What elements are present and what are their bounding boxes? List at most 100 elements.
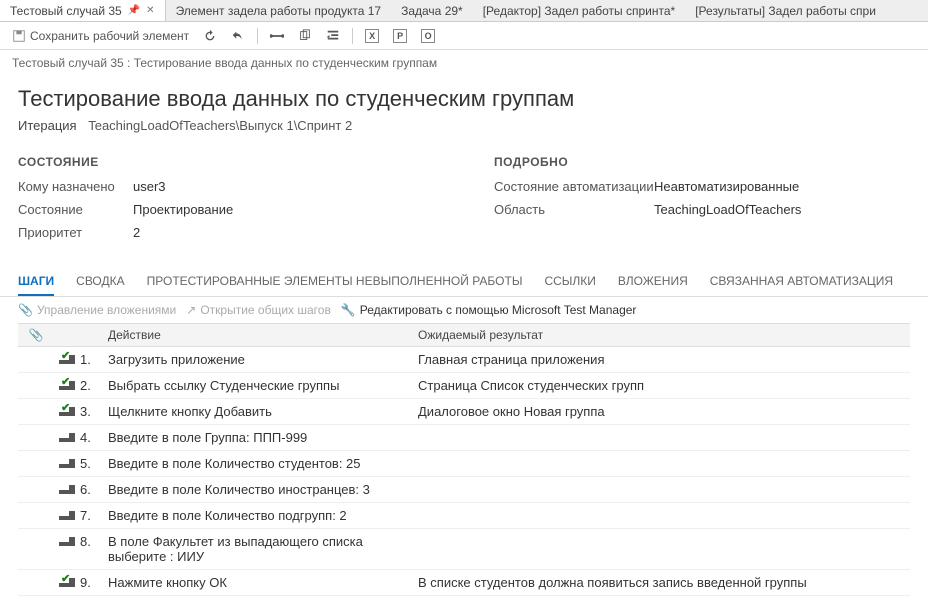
step-number: 2. bbox=[80, 373, 102, 398]
tab-steps[interactable]: ШАГИ bbox=[18, 268, 54, 296]
state-x-button[interactable]: X bbox=[361, 27, 383, 45]
work-item-toolbar: Сохранить рабочий элемент X Р О bbox=[0, 22, 928, 50]
copy-button[interactable] bbox=[294, 27, 316, 45]
close-icon[interactable]: ✕ bbox=[146, 5, 154, 16]
table-row[interactable]: 5.Введите в поле Количество студентов: 2… bbox=[18, 451, 910, 477]
tab-automation[interactable]: СВЯЗАННАЯ АВТОМАТИЗАЦИЯ bbox=[710, 268, 893, 296]
table-row[interactable]: ✔1.Загрузить приложениеГлавная страница … bbox=[18, 347, 910, 373]
pin-icon[interactable]: 📌 bbox=[128, 5, 140, 16]
step-expected-result[interactable]: В списке студентов должна появиться запи… bbox=[412, 570, 910, 595]
undo-button[interactable] bbox=[227, 27, 249, 45]
table-row[interactable]: ✔3.Щелкните кнопку ДобавитьДиалоговое ок… bbox=[18, 399, 910, 425]
manage-attachments-button[interactable]: 📎 Управление вложениями bbox=[18, 303, 176, 317]
state-value[interactable]: Проектирование bbox=[133, 202, 233, 217]
grid-body: ✔1.Загрузить приложениеГлавная страница … bbox=[18, 347, 910, 596]
iteration-label: Итерация bbox=[18, 118, 77, 133]
step-expected-result[interactable] bbox=[412, 503, 910, 513]
manage-attachments-label: Управление вложениями bbox=[37, 303, 176, 317]
step-action[interactable]: Загрузить приложение bbox=[102, 347, 412, 372]
state-section: СОСТОЯНИЕ Кому назначено user3 Состояние… bbox=[18, 155, 434, 248]
link-button[interactable] bbox=[266, 27, 288, 45]
step-action[interactable]: Выбрать ссылку Студенческие группы bbox=[102, 373, 412, 398]
row-attach-cell bbox=[18, 347, 54, 357]
tab-label: [Редактор] Задел работы спринта* bbox=[483, 4, 676, 18]
tab-task-29[interactable]: Задача 29* bbox=[391, 0, 473, 21]
table-row[interactable]: ✔2.Выбрать ссылку Студенческие группыСтр… bbox=[18, 373, 910, 399]
step-expected-result[interactable] bbox=[412, 451, 910, 461]
table-row[interactable]: 6.Введите в поле Количество иностранцев:… bbox=[18, 477, 910, 503]
assigned-to-value[interactable]: user3 bbox=[133, 179, 166, 194]
step-action[interactable]: Введите в поле Количество студентов: 25 bbox=[102, 451, 412, 476]
step-type-icon: ✔ bbox=[54, 570, 80, 595]
row-attach-cell bbox=[18, 529, 54, 539]
tab-test-case-35[interactable]: Тестовый случай 35 📌 ✕ bbox=[0, 0, 166, 21]
step-type-icon bbox=[54, 425, 80, 450]
outdent-icon bbox=[326, 29, 340, 43]
save-label: Сохранить рабочий элемент bbox=[30, 29, 189, 43]
step-action[interactable]: Нажмите кнопку ОК bbox=[102, 570, 412, 595]
tab-summary[interactable]: СВОДКА bbox=[76, 268, 124, 296]
area-label: Область bbox=[494, 202, 654, 217]
step-action[interactable]: Введите в поле Группа: ППП-999 bbox=[102, 425, 412, 450]
tab-attachments[interactable]: ВЛОЖЕНИЯ bbox=[618, 268, 688, 296]
step-type-icon: ✔ bbox=[54, 399, 80, 424]
step-number: 6. bbox=[80, 477, 102, 502]
outdent-button[interactable] bbox=[322, 27, 344, 45]
attach-header[interactable]: 📎 bbox=[18, 324, 54, 346]
toolbar-separator bbox=[352, 28, 353, 44]
step-expected-result[interactable]: Главная страница приложения bbox=[412, 347, 910, 372]
undo-icon bbox=[231, 29, 245, 43]
save-icon bbox=[12, 29, 26, 43]
step-expected-result[interactable] bbox=[412, 425, 910, 435]
tab-results-sprint-backlog[interactable]: [Результаты] Задел работы спри bbox=[685, 0, 886, 21]
step-action[interactable]: Введите в поле Количество иностранцев: 3 bbox=[102, 477, 412, 502]
tab-links[interactable]: ССЫЛКИ bbox=[544, 268, 595, 296]
priority-value[interactable]: 2 bbox=[133, 225, 140, 240]
document-tabs: Тестовый случай 35 📌 ✕ Элемент задела ра… bbox=[0, 0, 928, 22]
step-action[interactable]: Щелкните кнопку Добавить bbox=[102, 399, 412, 424]
page-title: Тестирование ввода данных по студенчески… bbox=[18, 86, 910, 112]
automation-state-label: Состояние автоматизации bbox=[494, 179, 654, 194]
automation-state-value[interactable]: Неавтоматизированные bbox=[654, 179, 799, 194]
row-attach-cell bbox=[18, 570, 54, 580]
table-row[interactable]: 7.Введите в поле Количество подгрупп: 2 bbox=[18, 503, 910, 529]
open-shared-steps-button[interactable]: ↗ Открытие общих шагов bbox=[186, 303, 331, 317]
step-expected-result[interactable]: Страница Список студенческих групп bbox=[412, 373, 910, 398]
icon-header bbox=[54, 324, 80, 346]
tab-label: Задача 29* bbox=[401, 4, 463, 18]
detail-section: ПОДРОБНО Состояние автоматизации Неавтом… bbox=[494, 155, 910, 248]
step-action[interactable]: В поле Факультет из выпадающего списка в… bbox=[102, 529, 412, 569]
state-o-button[interactable]: О bbox=[417, 27, 439, 45]
grid-header: 📎 Действие Ожидаемый результат bbox=[18, 324, 910, 347]
result-header[interactable]: Ожидаемый результат bbox=[412, 324, 910, 346]
step-type-icon bbox=[54, 529, 80, 554]
area-value[interactable]: TeachingLoadOfTeachers bbox=[654, 202, 801, 217]
step-expected-result[interactable]: Диалоговое окно Новая группа bbox=[412, 399, 910, 424]
assigned-to-label: Кому назначено bbox=[18, 179, 133, 194]
step-number: 3. bbox=[80, 399, 102, 424]
section-tabs: ШАГИ СВОДКА ПРОТЕСТИРОВАННЫЕ ЭЛЕМЕНТЫ НЕ… bbox=[0, 268, 928, 297]
step-expected-result[interactable] bbox=[412, 477, 910, 487]
tab-editor-sprint-backlog[interactable]: [Редактор] Задел работы спринта* bbox=[473, 0, 686, 21]
refresh-button[interactable] bbox=[199, 27, 221, 45]
step-action[interactable]: Введите в поле Количество подгрупп: 2 bbox=[102, 503, 412, 528]
action-header[interactable]: Действие bbox=[102, 324, 412, 346]
work-item-form: Тестирование ввода данных по студенчески… bbox=[0, 86, 928, 248]
iteration-value[interactable]: TeachingLoadOfTeachers\Выпуск 1\Спринт 2 bbox=[88, 118, 352, 133]
tab-backlog-item-17[interactable]: Элемент задела работы продукта 17 bbox=[166, 0, 392, 21]
table-row[interactable]: ✔9.Нажмите кнопку ОКВ списке студентов д… bbox=[18, 570, 910, 596]
open-shared-label: Открытие общих шагов bbox=[200, 303, 331, 317]
table-row[interactable]: 8.В поле Факультет из выпадающего списка… bbox=[18, 529, 910, 570]
table-row[interactable]: 4.Введите в поле Группа: ППП-999 bbox=[18, 425, 910, 451]
edit-mtm-button[interactable]: 🔧 Редактировать с помощью Microsoft Test… bbox=[341, 303, 637, 317]
step-type-icon: ✔ bbox=[54, 373, 80, 398]
row-attach-cell bbox=[18, 503, 54, 513]
copy-icon bbox=[298, 29, 312, 43]
step-expected-result[interactable] bbox=[412, 529, 910, 539]
tab-tested-backlog[interactable]: ПРОТЕСТИРОВАННЫЕ ЭЛЕМЕНТЫ НЕВЫПОЛНЕННОЙ … bbox=[147, 268, 523, 296]
state-p-button[interactable]: Р bbox=[389, 27, 411, 45]
detail-heading: ПОДРОБНО bbox=[494, 155, 910, 169]
save-button[interactable]: Сохранить рабочий элемент bbox=[8, 27, 193, 45]
step-type-icon bbox=[54, 451, 80, 476]
edit-mtm-label: Редактировать с помощью Microsoft Test M… bbox=[360, 303, 637, 317]
